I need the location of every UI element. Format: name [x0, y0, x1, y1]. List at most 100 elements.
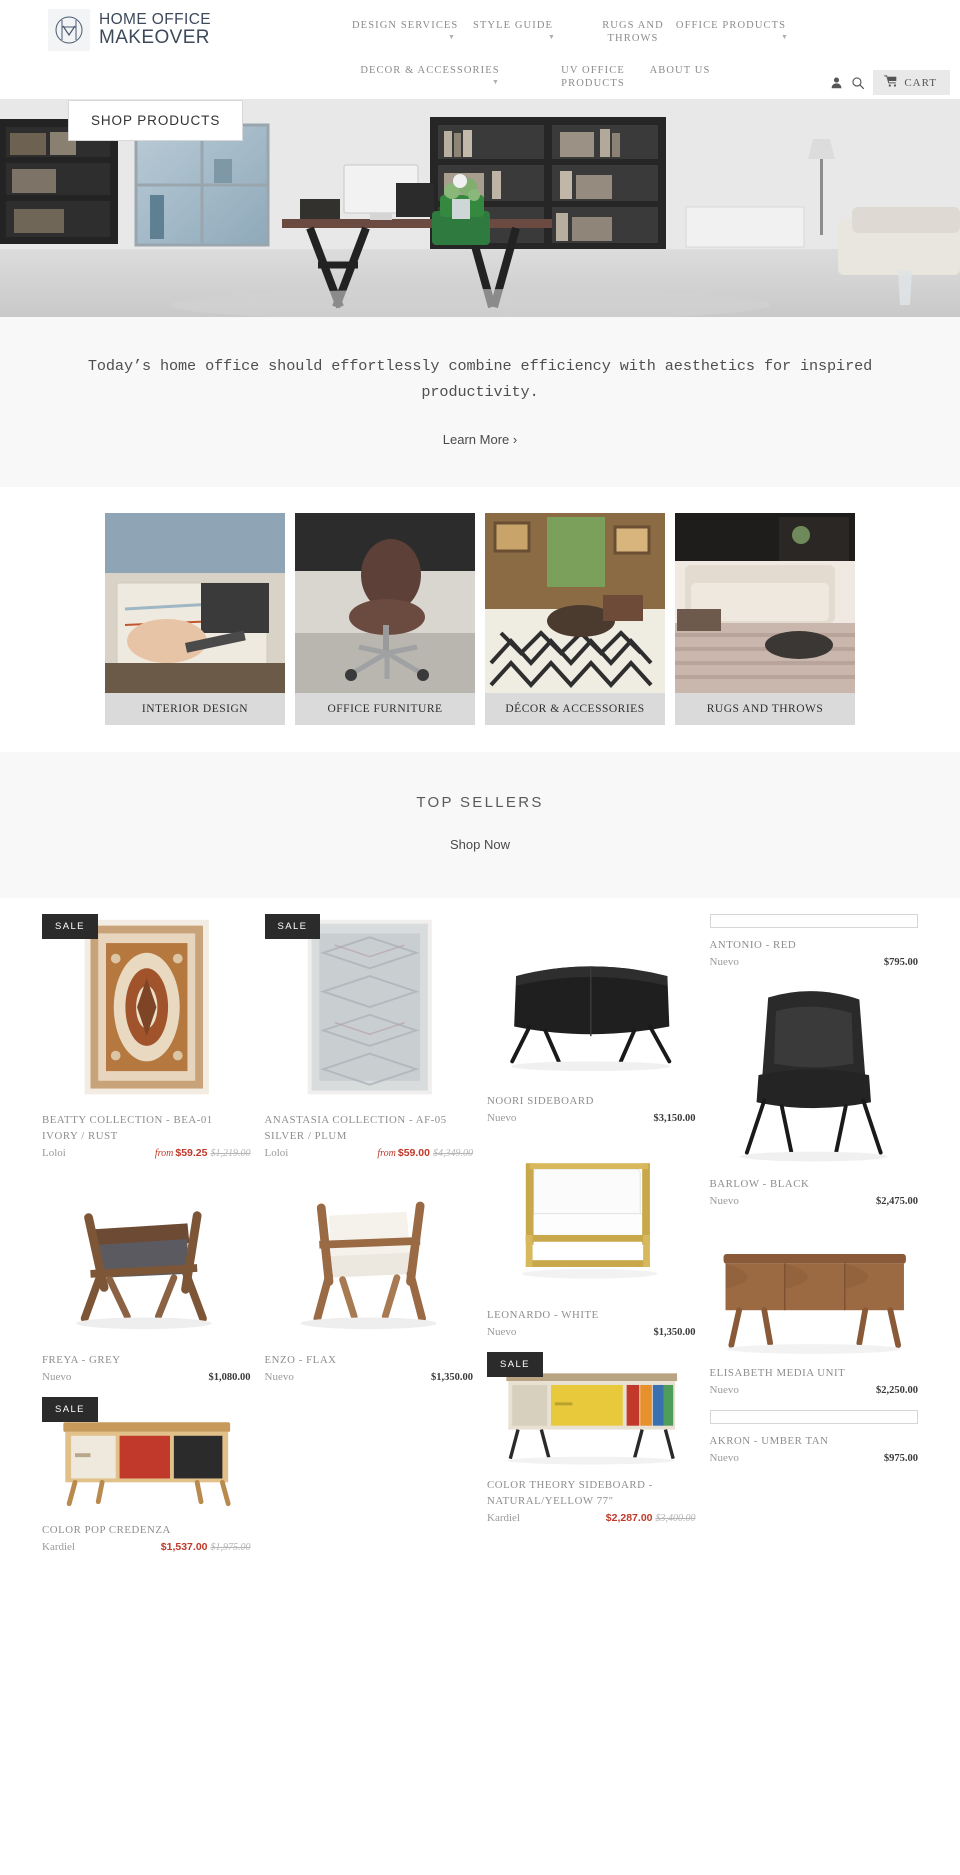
product-vendor: Nuevo — [42, 1371, 72, 1384]
product-image-wrap — [487, 914, 696, 1084]
product-price: $3,150.00 — [653, 1112, 696, 1124]
product-card[interactable]: ENZO - FLAX Nuevo $1,350.00 — [264, 1173, 473, 1383]
category-image — [485, 513, 665, 694]
product-card[interactable]: NOORI SIDEBOARD Nuevo $3,150.00 — [487, 914, 696, 1124]
hero-banner: SHOP PRODUCTS — [0, 99, 960, 317]
product-image — [487, 1137, 696, 1298]
product-title: FREYA - GREY — [42, 1354, 121, 1367]
product-grid: SALE BEATTY COLLECTION - BEA-01 IVORY / … — [0, 898, 960, 1591]
product-meta: Nuevo $2,250.00 — [710, 1384, 919, 1396]
product-price: $975.00 — [883, 1453, 918, 1465]
product-meta: Nuevo $975.00 — [710, 1452, 919, 1464]
shop-products-button[interactable]: SHOP PRODUCTS — [68, 100, 244, 141]
nav-item-about-us[interactable]: ABOUT US — [643, 64, 717, 77]
nav-label: DECOR & ACCESSORIES — [360, 65, 500, 76]
category-tiles-section: INTERIOR DESIGN OFFICE FURNITURE DÉCOR &… — [0, 487, 960, 753]
category-card-office-furniture[interactable]: OFFICE FURNITURE — [295, 513, 475, 726]
sale-badge: SALE — [264, 914, 321, 940]
product-title: ENZO - FLAX — [264, 1354, 337, 1367]
product-price: $1,080.00 — [208, 1372, 251, 1384]
product-image — [42, 1173, 251, 1344]
nav-label: STYLE GUIDE — [472, 20, 554, 31]
product-image — [42, 914, 251, 1104]
nav-item-rugs-and-throws[interactable]: RUGS AND THROWS — [596, 19, 670, 45]
category-card-rugs-throws[interactable]: RUGS AND THROWS — [675, 513, 855, 726]
product-vendor: Nuevo — [709, 1452, 739, 1465]
price-from-label: from — [154, 1148, 174, 1160]
product-vendor: Nuevo — [709, 1194, 739, 1207]
product-compare-price: $1,975.00 — [210, 1542, 251, 1554]
product-image — [709, 1220, 918, 1357]
product-card[interactable]: AKRON - UMBER TAN Nuevo $975.00 — [709, 1410, 919, 1464]
product-prices: $2,287.00 $3,400.00 — [606, 1512, 696, 1524]
product-meta: Nuevo $2,475.00 — [710, 1195, 919, 1207]
nav-item-uv-office-products[interactable]: UV OFFICE PRODUCTS — [556, 64, 630, 90]
product-title: ANASTASIA COLLECTION - AF-05 SILVER / PL… — [264, 1114, 447, 1143]
product-title: COLOR POP CREDENZA — [42, 1524, 171, 1537]
product-prices: from $59.25 $1,219.00 — [155, 1147, 251, 1159]
color-swatch-bar[interactable] — [709, 1410, 918, 1425]
nav-label: UV OFFICE PRODUCTS — [561, 65, 625, 89]
product-card[interactable]: ELISABETH MEDIA UNIT Nuevo $2,250.00 — [709, 1220, 919, 1396]
product-sale-price: $59.00 — [397, 1147, 430, 1160]
color-swatch-bar[interactable] — [709, 914, 918, 929]
nav-item-style-guide[interactable]: STYLE GUIDE ▼ — [470, 19, 556, 42]
product-image-wrap — [709, 1220, 918, 1357]
nav-item-office-products[interactable]: OFFICE PRODUCTS ▼ — [673, 19, 789, 42]
category-card-decor-accessories[interactable]: DÉCOR & ACCESSORIES — [485, 513, 665, 726]
product-card[interactable]: SALE COLOR THEORY SIDEBOARD - NATURAL/YE… — [487, 1351, 696, 1524]
nav-item-decor-accessories[interactable]: DECOR & ACCESSORIES ▼ — [360, 64, 500, 87]
cart-button[interactable]: CART — [873, 70, 950, 95]
shop-now-link[interactable]: Shop Now — [0, 837, 960, 852]
product-title: ANTONIO - RED — [709, 939, 797, 952]
category-label: RUGS AND THROWS — [675, 693, 855, 726]
user-icon[interactable] — [830, 76, 843, 89]
product-meta: Loloi from $59.25 $1,219.00 — [42, 1147, 251, 1159]
nav-label: OFFICE PRODUCTS — [675, 20, 787, 31]
category-label: INTERIOR DESIGN — [105, 693, 285, 726]
product-title: AKRON - UMBER TAN — [709, 1435, 829, 1448]
category-card-interior-design[interactable]: INTERIOR DESIGN — [105, 513, 285, 726]
site-logo[interactable]: HOME OFFICE MAKEOVER — [48, 9, 211, 51]
logo-wordmark: HOME OFFICE MAKEOVER — [99, 12, 211, 47]
product-title: LEONARDO - WHITE — [487, 1308, 599, 1321]
product-vendor: Nuevo — [487, 1111, 517, 1124]
product-card[interactable]: ANTONIO - RED Nuevo $795.00 — [709, 914, 919, 968]
product-card[interactable]: SALE ANASTASIA COLLECTION - AF-05 SILVER… — [264, 914, 473, 1159]
product-image-wrap: SALE — [42, 1397, 251, 1514]
price-from-label: from — [377, 1148, 396, 1160]
logo-line-1: HOME OFFICE — [99, 11, 212, 29]
nav-label: RUGS AND THROWS — [602, 20, 664, 44]
product-title: BARLOW - BLACK — [709, 1177, 810, 1190]
shopping-cart-icon — [884, 75, 898, 90]
product-image — [709, 982, 918, 1167]
top-sellers-title: TOP SELLERS — [416, 794, 544, 812]
category-image — [105, 513, 285, 694]
product-compare-price: $4,349.00 — [433, 1148, 473, 1160]
sale-badge: SALE — [42, 1397, 98, 1423]
product-card[interactable]: BARLOW - BLACK Nuevo $2,475.00 — [709, 982, 919, 1207]
product-card[interactable]: FREYA - GREY Nuevo $1,080.00 — [42, 1173, 251, 1383]
product-vendor: Kardiel — [42, 1541, 75, 1554]
category-label: DÉCOR & ACCESSORIES — [485, 693, 665, 726]
sale-badge: SALE — [42, 914, 98, 940]
product-price: $795.00 — [883, 957, 918, 969]
category-image — [295, 513, 475, 694]
nav-item-design-services[interactable]: DESIGN SERVICES ▼ — [352, 19, 459, 42]
sale-badge: SALE — [487, 1351, 543, 1377]
logo-line-2: MAKEOVER — [99, 27, 210, 49]
monogram-logo-icon — [48, 9, 90, 51]
nav-label: DESIGN SERVICES — [352, 20, 459, 31]
product-meta: Kardiel $1,537.00 $1,975.00 — [42, 1541, 251, 1553]
product-card[interactable]: SALE BEATTY COLLECTION - BEA-01 IVORY / … — [42, 914, 251, 1159]
product-vendor: Loloi — [42, 1147, 66, 1160]
product-card[interactable]: LEONARDO - WHITE Nuevo $1,350.00 — [487, 1137, 696, 1338]
chevron-down-icon: ▼ — [780, 33, 789, 41]
product-card[interactable]: SALE COLOR POP CREDENZA Kardiel $1,537.0… — [42, 1397, 251, 1553]
product-meta: Nuevo $795.00 — [710, 956, 919, 968]
search-icon[interactable] — [851, 76, 865, 90]
product-image-wrap — [264, 1173, 473, 1344]
product-image — [264, 1173, 473, 1344]
learn-more-link[interactable]: Learn More › — [0, 432, 960, 447]
product-prices: from $59.00 $4,349.00 — [377, 1147, 473, 1159]
